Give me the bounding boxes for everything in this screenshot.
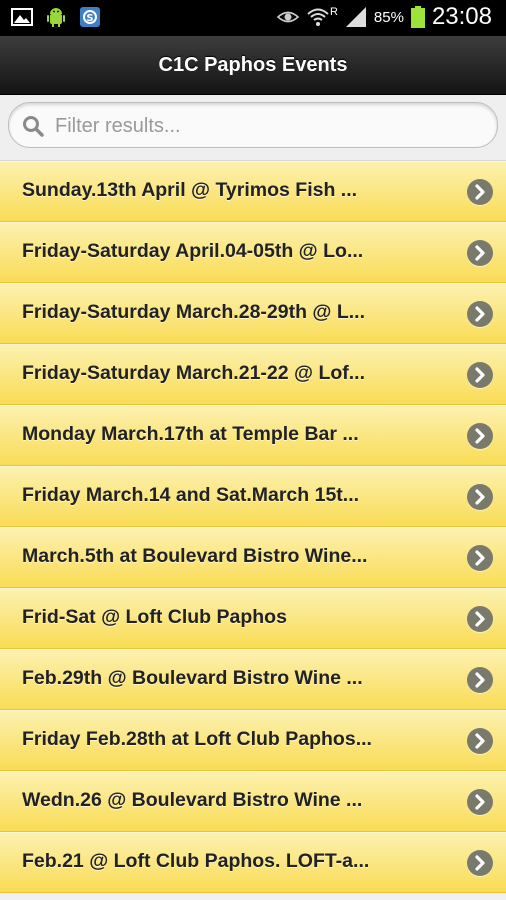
- list-item[interactable]: Friday March.14 and Sat.March 15t...: [0, 466, 506, 527]
- wifi-icon: [306, 5, 330, 29]
- chevron-right-icon[interactable]: [467, 179, 493, 205]
- chevron-right-icon[interactable]: [467, 667, 493, 693]
- list-item[interactable]: Feb.29th @ Boulevard Bistro Wine ...: [0, 649, 506, 710]
- event-title: Wedn.26 @ Boulevard Bistro Wine ...: [22, 789, 363, 811]
- event-title: Friday-Saturday March.21-22 @ Lof...: [22, 362, 366, 384]
- event-title: Feb.21 @ Loft Club Paphos. LOFT-a...: [22, 850, 370, 872]
- list-item[interactable]: Frid-Sat @ Loft Club Paphos: [0, 588, 506, 649]
- event-title: Feb.29th @ Boulevard Bistro Wine ...: [22, 667, 363, 689]
- clock: 23:08: [431, 3, 492, 30]
- network-roaming-indicator: R: [329, 6, 338, 18]
- search-input[interactable]: [53, 109, 487, 143]
- event-title: Friday March.14 and Sat.March 15t...: [22, 484, 360, 506]
- event-title: Sunday.13th April @ Tyrimos Fish ...: [22, 179, 358, 201]
- android-icon: [44, 5, 68, 29]
- battery-percent: 85%: [373, 8, 404, 26]
- chevron-right-icon[interactable]: [467, 728, 493, 754]
- list-item[interactable]: Wedn.26 @ Boulevard Bistro Wine ...: [0, 771, 506, 832]
- list-item[interactable]: Friday Feb.28th at Loft Club Paphos...: [0, 710, 506, 771]
- chevron-right-icon[interactable]: [467, 484, 493, 510]
- event-title: Frid-Sat @ Loft Club Paphos: [22, 606, 287, 628]
- signal-icon: [344, 5, 368, 29]
- app-notification-icon: S: [78, 5, 102, 29]
- gallery-icon: [10, 5, 34, 29]
- filter-bar: [0, 95, 506, 161]
- chevron-right-icon[interactable]: [467, 301, 493, 327]
- event-title: Friday-Saturday March.28-29th @ L...: [22, 301, 366, 323]
- app-header: C1C Paphos Events: [0, 36, 506, 95]
- chevron-right-icon[interactable]: [467, 606, 493, 632]
- status-bar: S R 85% 23:08: [0, 0, 506, 36]
- list-item[interactable]: Friday-Saturday March.28-29th @ L...: [0, 283, 506, 344]
- event-title: Friday-Saturday April.04-05th @ Lo...: [22, 240, 364, 262]
- chevron-right-icon[interactable]: [467, 545, 493, 571]
- event-title: Friday Feb.28th at Loft Club Paphos...: [22, 728, 372, 750]
- event-title: March.5th at Boulevard Bistro Wine...: [22, 545, 368, 567]
- list-item[interactable]: Sunday.13th April @ Tyrimos Fish ...: [0, 161, 506, 222]
- list-item[interactable]: Friday-Saturday April.04-05th @ Lo...: [0, 222, 506, 283]
- eye-icon: [276, 5, 300, 29]
- list-item[interactable]: Monday March.17th at Temple Bar ...: [0, 405, 506, 466]
- list-item[interactable]: March.5th at Boulevard Bistro Wine...: [0, 527, 506, 588]
- event-title: Monday March.17th at Temple Bar ...: [22, 423, 359, 445]
- chevron-right-icon[interactable]: [467, 423, 493, 449]
- battery-icon: [410, 5, 426, 29]
- list-item[interactable]: Feb.21 @ Loft Club Paphos. LOFT-a...: [0, 832, 506, 893]
- list-item[interactable]: Friday-Saturday March.21-22 @ Lof...: [0, 344, 506, 405]
- search-icon: [21, 114, 45, 138]
- page-title: C1C Paphos Events: [158, 53, 348, 76]
- chevron-right-icon[interactable]: [467, 362, 493, 388]
- chevron-right-icon[interactable]: [467, 240, 493, 266]
- search-box[interactable]: [8, 102, 498, 148]
- event-list: Sunday.13th April @ Tyrimos Fish ... Frid…: [0, 161, 506, 893]
- svg-text:S: S: [86, 13, 93, 24]
- chevron-right-icon[interactable]: [467, 789, 493, 815]
- chevron-right-icon[interactable]: [467, 850, 493, 876]
